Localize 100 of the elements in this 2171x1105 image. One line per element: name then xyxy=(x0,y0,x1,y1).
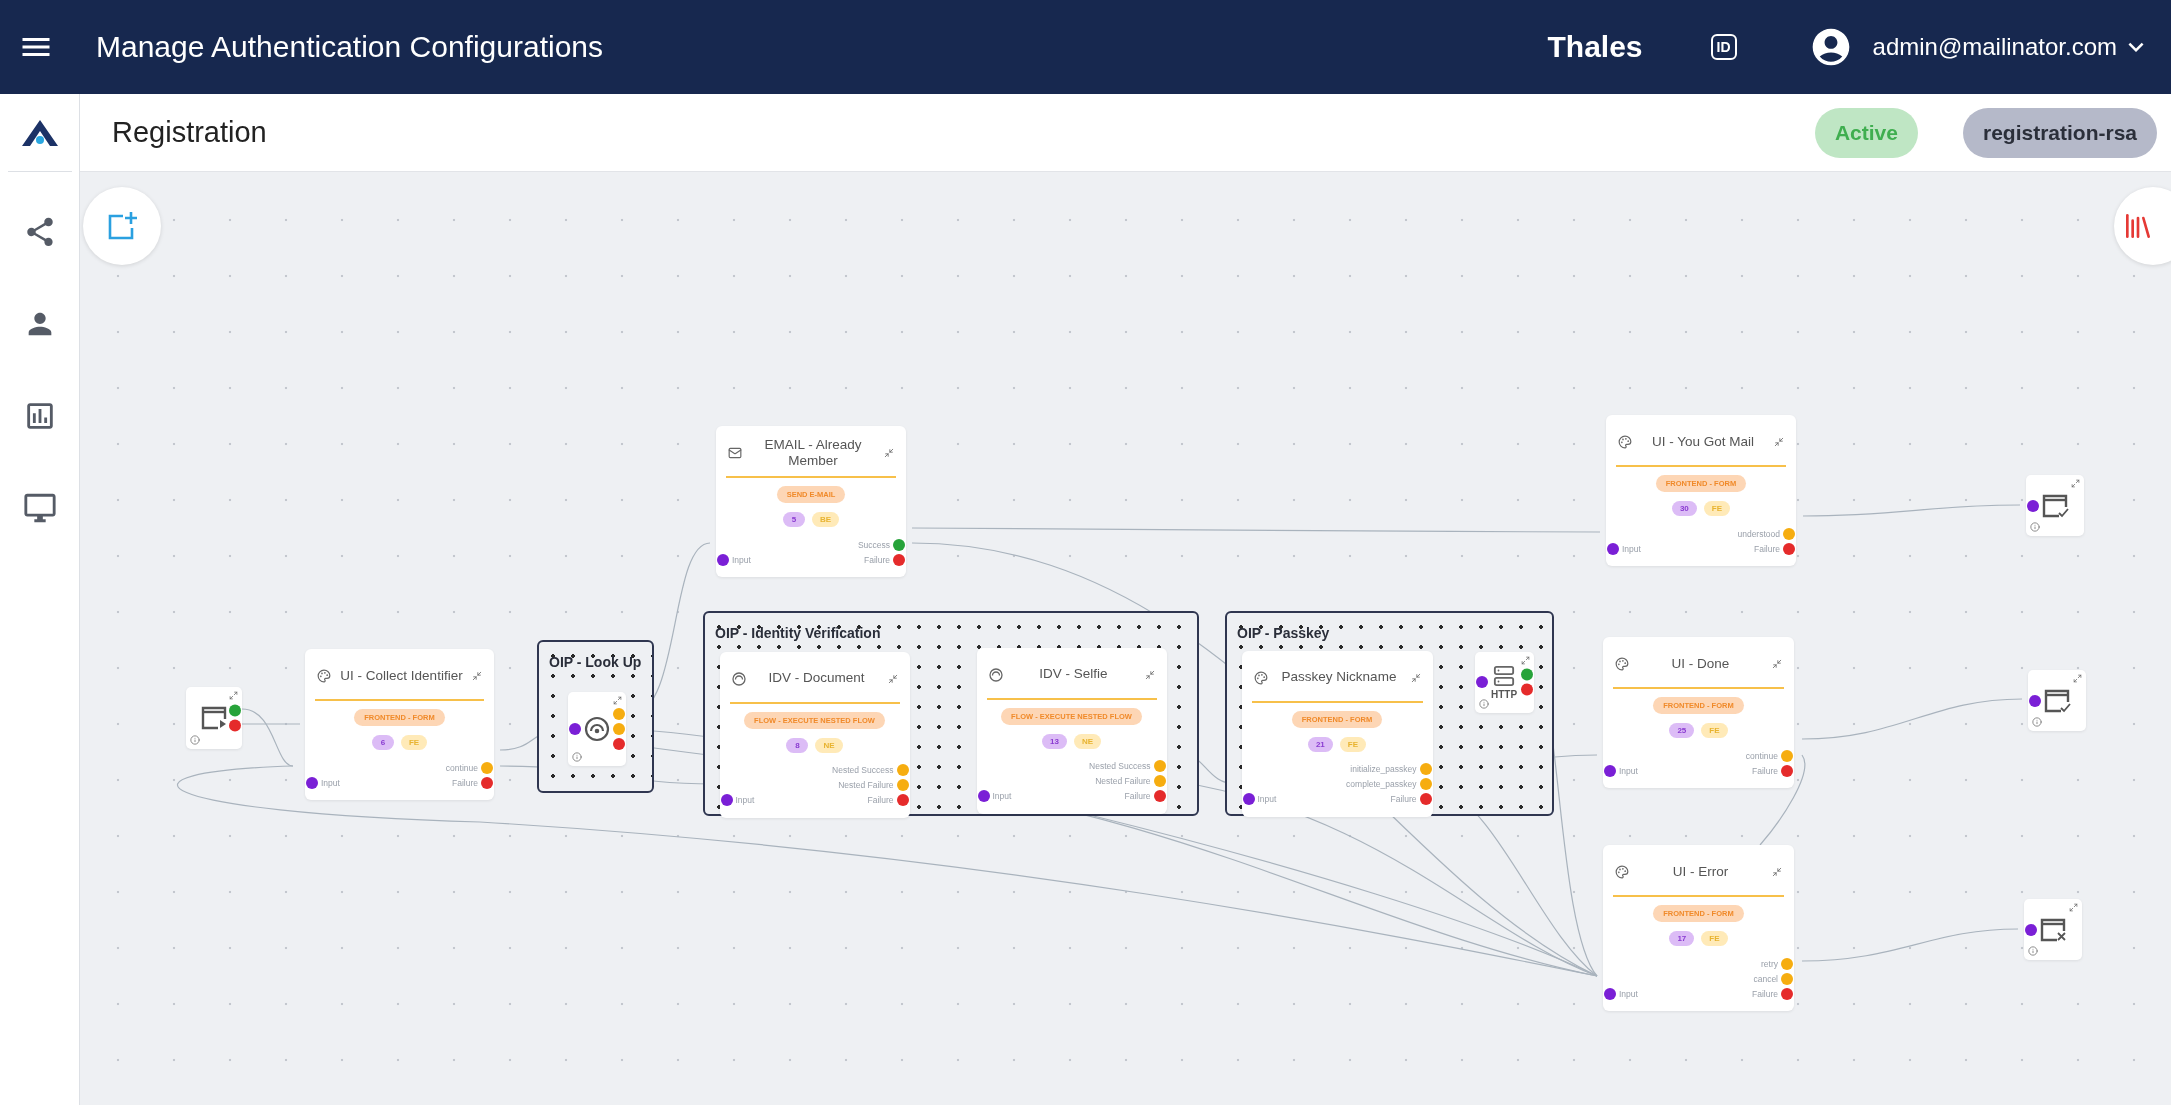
app-title: Manage Authentication Configurations xyxy=(96,30,604,64)
port-label: Input xyxy=(1619,765,1638,776)
collapse-icon[interactable] xyxy=(1772,867,1782,877)
collapse-icon[interactable] xyxy=(1774,437,1784,447)
output-port[interactable] xyxy=(1419,793,1432,805)
palette-icon xyxy=(1615,865,1629,879)
node-tag-chip: NE xyxy=(815,737,843,753)
library-button[interactable] xyxy=(2114,187,2171,265)
input-port[interactable] xyxy=(1604,987,1616,1000)
input-port[interactable] xyxy=(717,553,729,566)
info-icon[interactable] xyxy=(2028,946,2038,956)
node-title: EMAIL - Already Member xyxy=(763,436,863,470)
add-node-button[interactable] xyxy=(83,187,161,265)
window-play-icon xyxy=(200,705,228,731)
palette-icon xyxy=(1615,657,1629,671)
node-tag-chip: FE xyxy=(400,735,428,750)
http-label: HTTP xyxy=(1490,688,1518,700)
collapse-icon[interactable] xyxy=(472,671,482,681)
node-tag-chip: FE xyxy=(1339,736,1367,752)
port-label: cancel xyxy=(1753,973,1778,984)
node-id-chip: 25 xyxy=(1669,723,1695,738)
output-port[interactable] xyxy=(229,719,241,732)
info-icon[interactable] xyxy=(2032,717,2042,727)
output-port[interactable] xyxy=(1781,987,1793,1000)
face-circle-icon xyxy=(731,671,746,686)
output-port[interactable] xyxy=(1520,683,1533,696)
collapse-icon[interactable] xyxy=(1410,672,1421,683)
output-port[interactable] xyxy=(893,553,905,566)
port-label: Input xyxy=(1619,988,1638,999)
output-port[interactable] xyxy=(893,538,905,551)
collapse-icon[interactable] xyxy=(887,673,898,684)
input-port[interactable] xyxy=(720,794,733,806)
user-email[interactable]: admin@mailinator.com xyxy=(1872,33,2117,61)
port-label: retry xyxy=(1761,958,1778,969)
mail-icon xyxy=(728,446,742,460)
mini-node-card[interactable] xyxy=(2026,475,2084,536)
expand-icon[interactable] xyxy=(229,691,238,700)
input-port[interactable] xyxy=(568,722,581,735)
input-port[interactable] xyxy=(306,776,318,789)
collapse-icon[interactable] xyxy=(1772,659,1782,669)
port-label: Failure xyxy=(1124,791,1151,801)
input-port[interactable] xyxy=(2027,499,2039,512)
palette-icon xyxy=(317,669,331,683)
node-title: Passkey Nickname xyxy=(1280,669,1398,686)
expand-icon[interactable] xyxy=(612,695,622,705)
node-id-chip: 8 xyxy=(786,737,809,753)
id-button[interactable]: ID xyxy=(1710,34,1737,60)
expand-icon[interactable] xyxy=(2071,479,2080,488)
port-label: Failure xyxy=(1754,543,1780,554)
output-port[interactable] xyxy=(1781,764,1793,777)
group-title: OIP - Look Up xyxy=(549,654,642,670)
port-label: Input xyxy=(321,777,340,788)
node-id-chip: 30 xyxy=(1671,501,1697,516)
input-port[interactable] xyxy=(1475,676,1488,688)
input-port[interactable] xyxy=(1604,764,1616,777)
port-label: Nested Failure xyxy=(1095,776,1151,786)
port-label: Input xyxy=(1622,543,1641,554)
node-title: IDV - Document xyxy=(767,670,866,687)
node-tag-chip: FE xyxy=(1701,723,1728,738)
output-port[interactable] xyxy=(481,776,493,789)
mini-node-card[interactable] xyxy=(186,687,242,749)
node-id-chip: 21 xyxy=(1307,736,1333,752)
input-port[interactable] xyxy=(1242,793,1255,805)
node-group-frame[interactable]: OIP - Look Up xyxy=(537,640,654,793)
mini-node-card[interactable] xyxy=(2024,899,2082,960)
info-icon[interactable] xyxy=(2030,522,2040,532)
brand-name: Thales xyxy=(1547,30,1643,64)
mini-node-card[interactable] xyxy=(2028,670,2086,731)
expand-icon[interactable] xyxy=(2073,674,2082,683)
palette-icon xyxy=(1253,670,1268,685)
input-port[interactable] xyxy=(977,790,990,802)
input-port[interactable] xyxy=(2029,694,2041,707)
expand-icon[interactable] xyxy=(1520,655,1530,665)
port-label: Nested Success xyxy=(1089,761,1151,771)
node-id-chip: 5 xyxy=(782,512,805,527)
output-port[interactable] xyxy=(1783,542,1795,555)
output-port[interactable] xyxy=(612,737,625,750)
palette-icon xyxy=(1618,435,1632,449)
collapse-icon[interactable] xyxy=(884,448,894,458)
port-label: Failure xyxy=(452,777,478,788)
node-group-frame[interactable] xyxy=(703,611,1199,816)
node-tag-chip: BE xyxy=(811,512,840,527)
output-port[interactable] xyxy=(896,794,909,806)
mini-node-card[interactable] xyxy=(567,691,626,766)
collapse-icon[interactable] xyxy=(1144,669,1155,680)
info-icon[interactable] xyxy=(571,751,582,762)
output-port[interactable] xyxy=(1153,790,1166,802)
output-port[interactable] xyxy=(229,704,241,717)
group-title: OIP - Passkey xyxy=(1237,625,1330,641)
port-label: Failure xyxy=(867,795,894,805)
mini-node-card[interactable]: HTTP xyxy=(1474,651,1534,713)
output-port[interactable] xyxy=(1520,668,1533,681)
info-icon[interactable] xyxy=(190,735,200,745)
input-port[interactable] xyxy=(1607,542,1619,555)
flow-name-pill: registration-rsa xyxy=(1962,107,2157,158)
info-icon[interactable] xyxy=(1478,698,1489,709)
expand-icon[interactable] xyxy=(2069,903,2078,912)
node-title: UI - Collect Identifier xyxy=(339,667,464,685)
status-pill: Active xyxy=(1814,107,1918,158)
input-port[interactable] xyxy=(2025,923,2037,936)
